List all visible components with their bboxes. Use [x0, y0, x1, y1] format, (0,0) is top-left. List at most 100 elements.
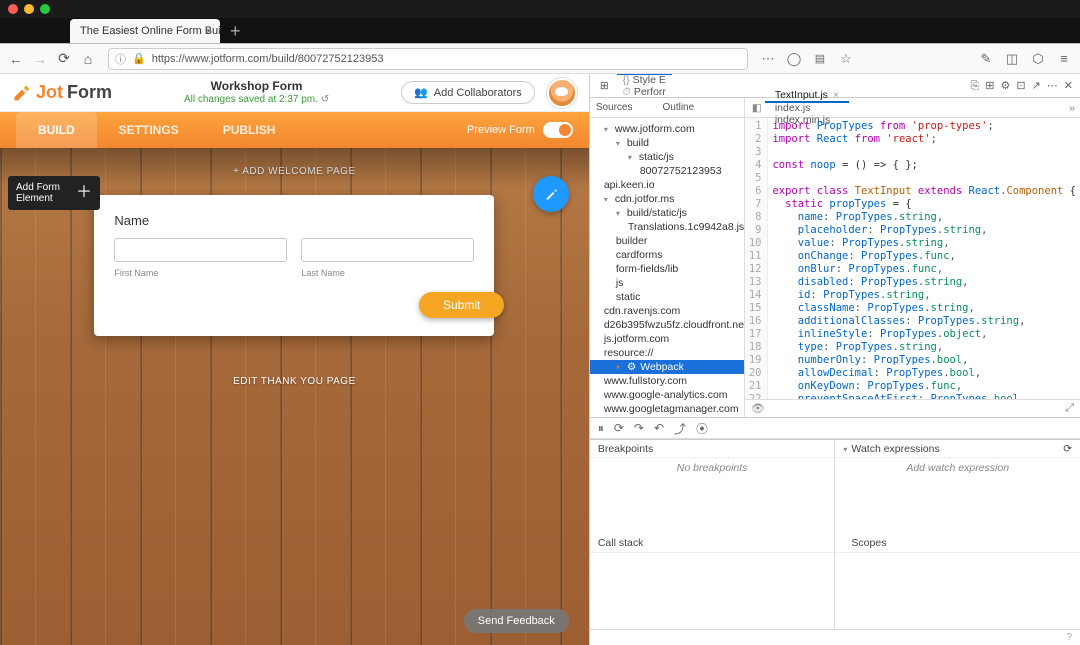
tab-settings[interactable]: SETTINGS	[97, 112, 201, 148]
flag-icon[interactable]: ▤	[812, 52, 828, 65]
sources-tab[interactable]: Sources	[596, 102, 633, 113]
os-close-dot[interactable]	[8, 4, 18, 14]
form-canvas: Add Form Element ＋ + ADD WELCOME PAGE Na…	[0, 148, 589, 645]
source-tree-node[interactable]: resource://	[590, 346, 744, 360]
devtools-action-icon[interactable]: ⎘	[967, 80, 982, 92]
callstack-header[interactable]: Call stack	[590, 535, 835, 553]
devtools-tab-style e[interactable]: {} Style E	[617, 74, 672, 86]
outline-tab[interactable]: Outline	[663, 102, 695, 113]
debug-control-icon[interactable]: ⟳	[614, 421, 624, 435]
devtools-action-icon[interactable]: ⊞	[982, 80, 997, 92]
file-tab[interactable]: index.js	[765, 102, 849, 114]
name-field-card[interactable]: Name First Name Last Name Submit	[94, 195, 494, 336]
field-label[interactable]: Name	[114, 213, 474, 228]
source-tree-node[interactable]: build	[590, 136, 744, 150]
sidebar-icon[interactable]: ◫	[1004, 51, 1020, 67]
first-name-input[interactable]	[114, 238, 287, 262]
bookmark-star-icon[interactable]: ☆	[838, 51, 854, 67]
add-form-element-button[interactable]: Add Form Element ＋	[8, 176, 100, 210]
source-tree-node[interactable]: d26b395fwzu5fz.cloudfront.net	[590, 318, 744, 332]
edit-thankyou-link[interactable]: EDIT THANK YOU PAGE	[0, 336, 589, 427]
source-tree-node[interactable]: cdn.ravenjs.com	[590, 304, 744, 318]
forward-button[interactable]: →	[32, 51, 48, 67]
magic-wand-fab[interactable]	[533, 176, 569, 212]
reload-button[interactable]: ⟳	[56, 51, 72, 67]
code-editor[interactable]: 1 2 3 4 5 6 7 8 9 10 11 12 13 14 15 16 1…	[745, 118, 1080, 399]
edit-icon[interactable]: ✎	[978, 51, 994, 67]
source-tree-node[interactable]: www.google-analytics.com	[590, 388, 744, 402]
source-tree[interactable]: www.jotform.combuildstatic/js80072752123…	[590, 118, 744, 417]
browser-tab-active[interactable]: The Easiest Online Form Builde ×	[70, 19, 220, 43]
devtools-action-icon[interactable]: ↗	[1029, 80, 1044, 92]
source-tree-node[interactable]: www.googletagmanager.com	[590, 402, 744, 416]
back-button[interactable]: ←	[8, 51, 24, 67]
os-min-dot[interactable]	[24, 4, 34, 14]
debug-control-icon[interactable]: ↷	[634, 421, 644, 435]
submit-button[interactable]: Submit	[419, 292, 504, 318]
people-icon: 👥	[414, 86, 428, 99]
source-tree-node[interactable]: 80072752123953	[590, 164, 744, 178]
close-tab-icon[interactable]: ×	[205, 24, 212, 38]
watch-placeholder[interactable]: Add watch expression	[835, 458, 1080, 535]
breakpoints-header[interactable]: Breakpoints	[590, 440, 835, 458]
source-tree-node[interactable]: js	[590, 276, 744, 290]
source-tree-node[interactable]: static/js	[590, 150, 744, 164]
add-collaborators-button[interactable]: 👥 Add Collaborators	[401, 81, 535, 104]
shield-icon[interactable]: ◯	[786, 51, 802, 67]
last-name-input[interactable]	[301, 238, 474, 262]
source-tree-node[interactable]: Translations.1c9942a8.js	[590, 220, 744, 234]
file-nav-icon[interactable]: ◧	[749, 102, 765, 114]
hamburger-icon[interactable]: ≡	[1056, 51, 1072, 66]
form-title[interactable]: Workshop Form	[112, 80, 401, 93]
history-icon[interactable]: ↺	[321, 94, 329, 105]
devtools-help-icon[interactable]: ?	[1066, 632, 1072, 643]
close-file-icon[interactable]: ×	[833, 90, 839, 101]
url-bar[interactable]: ⓘ 🔒 https://www.jotform.com/build/800727…	[108, 48, 748, 70]
source-tree-node[interactable]: ⚙ Webpack	[590, 360, 744, 374]
file-tabs-overflow[interactable]: »	[1064, 102, 1080, 114]
user-avatar[interactable]	[547, 78, 577, 108]
os-titlebar	[0, 0, 1080, 18]
watch-header[interactable]: Watch expressions⟳	[835, 440, 1080, 458]
url-text: https://www.jotform.com/build/8007275212…	[152, 53, 384, 65]
devtools-action-icon[interactable]: ⋯	[1044, 80, 1061, 92]
more-icon[interactable]: ⋯	[760, 51, 776, 67]
home-button[interactable]: ⌂	[80, 51, 96, 67]
source-tree-node[interactable]: cardforms	[590, 248, 744, 262]
debug-control-icon[interactable]: ⏸	[598, 421, 604, 436]
source-tree-node[interactable]: build/static/js	[590, 206, 744, 220]
devtools-picker-icon[interactable]: ⊞	[594, 74, 615, 97]
source-tree-node[interactable]: www.fullstory.com	[590, 374, 744, 388]
source-tree-node[interactable]: form-fields/lib	[590, 262, 744, 276]
scopes-header[interactable]: Scopes	[835, 535, 1080, 553]
watch-refresh-icon[interactable]: ⟳	[1063, 443, 1072, 455]
info-icon[interactable]: ⓘ	[115, 51, 126, 67]
new-tab-button[interactable]: +	[220, 19, 251, 43]
jotform-logo[interactable]: JotForm	[12, 82, 112, 103]
page-action-icons: ⋯ ◯ ▤ ☆	[760, 51, 854, 67]
source-tree-node[interactable]: builder	[590, 234, 744, 248]
sourcemap-toggle-icon[interactable]: ⤢	[1065, 402, 1074, 415]
devtools-action-icon[interactable]: ⊡	[1013, 80, 1028, 92]
first-name-sublabel: First Name	[114, 268, 287, 278]
tab-build[interactable]: BUILD	[16, 112, 97, 148]
debug-control-icon[interactable]: ↶	[654, 421, 664, 435]
source-tree-node[interactable]: js.jotform.com	[590, 332, 744, 346]
devtools-action-icon[interactable]: ✕	[1061, 80, 1076, 92]
source-tree-node[interactable]: api.keen.io	[590, 178, 744, 192]
source-tree-node[interactable]: static	[590, 290, 744, 304]
toggle-switch[interactable]	[543, 122, 573, 138]
file-tab[interactable]: TextInput.js ×	[765, 89, 849, 103]
shield2-icon[interactable]: ⬡	[1030, 51, 1046, 67]
os-max-dot[interactable]	[40, 4, 50, 14]
source-tree-node[interactable]: cdn.jotfor.ms	[590, 192, 744, 206]
tab-publish[interactable]: PUBLISH	[201, 112, 298, 148]
source-tree-node[interactable]: www.jotform.com	[590, 122, 744, 136]
preview-toggle[interactable]: Preview Form	[467, 122, 573, 138]
debug-control-icon[interactable]: ⦿	[696, 420, 708, 437]
devtools-action-icon[interactable]: ⚙	[997, 80, 1013, 92]
eye-icon[interactable]: 👁	[751, 402, 765, 415]
send-feedback-button[interactable]: Send Feedback	[464, 609, 569, 633]
devtools-tab-perforr[interactable]: ⏱ Perforr	[617, 86, 672, 99]
debug-control-icon[interactable]: ⤴	[674, 420, 686, 437]
